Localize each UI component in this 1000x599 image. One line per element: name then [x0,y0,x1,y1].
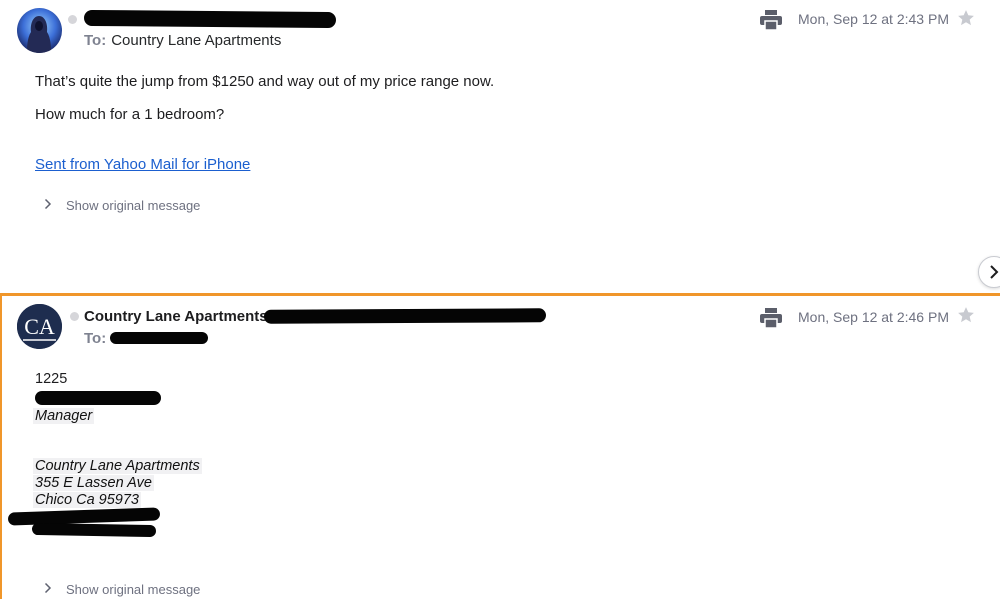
message-card-1[interactable]: To: Country Lane Apartments Mon, Sep 12 a… [0,0,1000,293]
signature-address: 355 E Lassen Ave [33,475,154,491]
message-date: Mon, Sep 12 at 2:43 PM [798,11,949,27]
star-icon[interactable] [957,306,975,324]
star-icon[interactable] [957,9,975,27]
redacted-recipient [110,332,208,344]
recipient-name[interactable]: Country Lane Apartments [111,32,281,49]
chevron-right-icon [44,198,56,213]
signature-company: Country Lane Apartments [33,458,202,474]
presence-indicator [68,15,77,24]
signature-city: Chico Ca 95973 [33,492,141,508]
printer-icon[interactable] [760,308,782,329]
redacted-signature-email [31,522,157,538]
yahoo-mail-link[interactable]: Sent from Yahoo Mail for iPhone [35,156,250,173]
sender-avatar[interactable] [17,8,62,53]
redacted-signature-name [35,391,161,405]
message-card-2[interactable]: CA Country Lane Apartments To: Mon, Sep … [0,293,1000,599]
printer-icon[interactable] [760,10,782,31]
show-original-label: Show original message [66,582,201,597]
show-original-button[interactable]: Show original message [44,198,200,213]
chevron-right-icon [44,582,56,597]
message-body-line: That’s quite the jump from $1250 and way… [35,73,495,90]
chevron-right-icon [990,265,999,279]
redacted-sender [83,9,337,29]
sender-name[interactable]: Country Lane Apartments [84,308,268,325]
message-body-line: How much for a 1 bedroom? [35,106,225,123]
message-body-line: 1225 [35,371,68,387]
redacted-sender-email [263,308,547,324]
to-label: To: [84,32,107,49]
show-original-label: Show original message [66,198,201,213]
recipient-row: To: [84,330,111,347]
recipient-row: To: Country Lane Apartments [84,32,281,49]
presence-indicator [70,312,79,321]
sender-avatar[interactable]: CA [17,304,62,349]
avatar-initials: CA [24,314,55,339]
message-date: Mon, Sep 12 at 2:46 PM [798,309,949,325]
next-message-button[interactable] [978,256,1000,288]
avatar-logo: CA [17,304,62,349]
to-label: To: [84,330,107,347]
avatar-image [17,8,62,53]
signature-title: Manager [33,408,95,424]
show-original-button[interactable]: Show original message [44,582,200,597]
